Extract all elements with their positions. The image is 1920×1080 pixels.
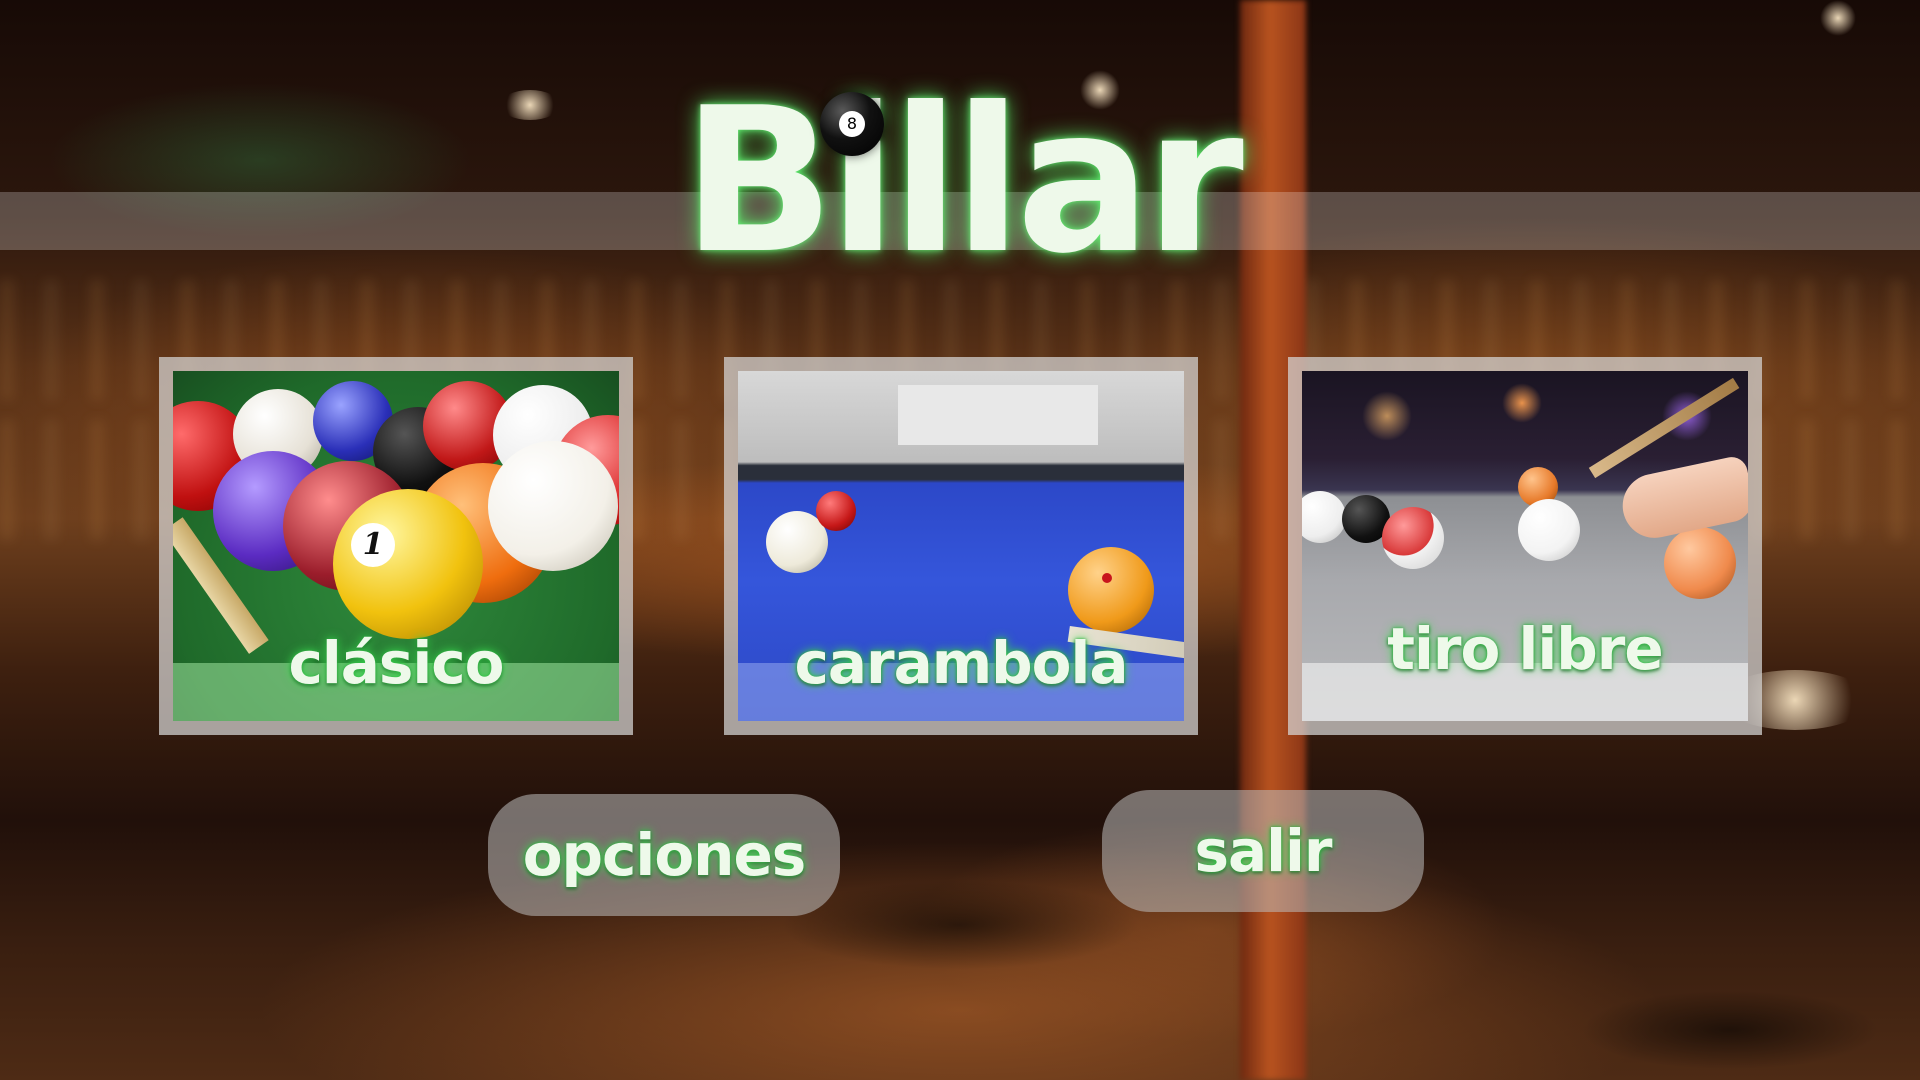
game-title: Billar bbox=[682, 65, 1244, 298]
carom-image: carambola bbox=[738, 371, 1184, 721]
mode-card-free-shot[interactable]: tiro libre bbox=[1288, 357, 1762, 735]
eight-ball-number: 8 bbox=[839, 111, 865, 137]
main-menu-screen: Billar 8 1 clásico carambola tiro libre … bbox=[0, 0, 1920, 1080]
mode-label-carom: carambola bbox=[794, 629, 1128, 697]
mode-label-classic: clásico bbox=[288, 629, 504, 697]
mode-label-free-shot: tiro libre bbox=[1387, 615, 1663, 683]
exit-button[interactable]: salir bbox=[1102, 790, 1424, 912]
mode-card-carom[interactable]: carambola bbox=[724, 357, 1198, 735]
mode-card-classic[interactable]: 1 clásico bbox=[159, 357, 633, 735]
floor-shadow bbox=[780, 880, 1140, 970]
ceiling-light bbox=[1820, 0, 1856, 36]
eight-ball-icon: 8 bbox=[820, 92, 884, 156]
classic-pool-image: 1 clásico bbox=[173, 371, 619, 721]
options-button[interactable]: opciones bbox=[488, 794, 840, 916]
floor-shadow bbox=[1580, 990, 1880, 1070]
player-hand bbox=[1616, 454, 1748, 544]
free-shot-image: tiro libre bbox=[1302, 371, 1748, 721]
